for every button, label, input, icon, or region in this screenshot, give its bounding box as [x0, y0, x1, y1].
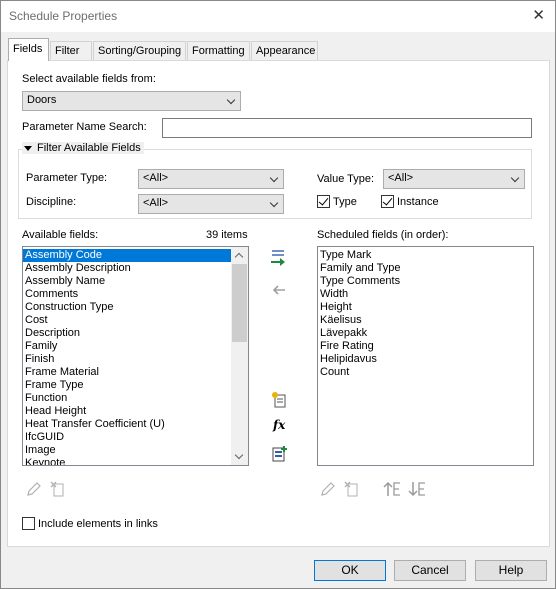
instance-checkbox-label: Instance: [397, 196, 439, 208]
move-down-icon: [408, 482, 425, 497]
discipline-label: Discipline:: [26, 196, 77, 208]
list-item[interactable]: Family: [23, 340, 248, 353]
tab-label: Sorting/Grouping: [98, 45, 182, 57]
schedule-properties-dialog: Schedule Properties ✕ Fields Filter Sort…: [0, 0, 556, 589]
list-item[interactable]: Head Height: [23, 405, 248, 418]
tab-fields[interactable]: Fields: [8, 38, 49, 61]
tab-label: Formatting: [192, 45, 245, 57]
discipline-dropdown[interactable]: <All>: [138, 194, 284, 214]
delete-parameter-icon: [50, 481, 64, 497]
combine-parameters-icon[interactable]: [271, 445, 289, 463]
list-item[interactable]: IfcGUID: [23, 431, 248, 444]
ok-button[interactable]: OK: [314, 560, 386, 581]
list-item[interactable]: Cost: [23, 314, 248, 327]
list-item[interactable]: Helipidavus: [318, 353, 533, 366]
tab-label: Appearance: [256, 45, 316, 57]
param-search-input[interactable]: [162, 118, 532, 138]
scroll-thumb: [232, 264, 247, 342]
edit-scheduled-parameter-icon: [321, 482, 335, 496]
list-item[interactable]: Height: [318, 301, 533, 314]
filter-toggle[interactable]: Filter Available Fields: [22, 142, 144, 154]
edit-parameter-icon: [27, 482, 41, 496]
remove-field-arrow-icon[interactable]: [269, 281, 287, 299]
dropdown-value: Doors: [27, 94, 57, 106]
available-fields-label: Available fields:: [22, 229, 99, 241]
available-count: 39 items: [206, 229, 248, 241]
scheduled-fields-label: Scheduled fields (in order):: [317, 229, 449, 241]
help-button[interactable]: Help: [475, 560, 547, 581]
list-item[interactable]: Width: [318, 288, 533, 301]
value-type-label: Value Type:: [317, 173, 375, 185]
chevron-down-icon: [510, 173, 520, 183]
list-item[interactable]: Keynote: [23, 457, 248, 465]
select-from-label: Select available fields from:: [22, 73, 156, 85]
window-title: Schedule Properties: [9, 9, 118, 23]
list-item[interactable]: Type Comments: [318, 275, 533, 288]
list-item[interactable]: Fire Rating: [318, 340, 533, 353]
parameter-type-label: Parameter Type:: [26, 172, 108, 184]
list-item[interactable]: Comments: [23, 288, 248, 301]
scroll-up-icon: [231, 247, 248, 264]
move-up-icon: [383, 481, 400, 496]
type-checkbox-label: Type: [333, 196, 357, 208]
list-item[interactable]: Construction Type: [23, 301, 248, 314]
delete-scheduled-parameter-icon: [344, 481, 358, 497]
select-from-dropdown[interactable]: Doors: [22, 91, 241, 111]
collapse-triangle-icon: [24, 145, 32, 151]
list-item[interactable]: Image: [23, 444, 248, 457]
tab-label: Filter: [55, 45, 80, 57]
list-item[interactable]: Assembly Description: [23, 262, 248, 275]
tab-label: Fields: [13, 43, 43, 55]
list-item[interactable]: Lävepakk: [318, 327, 533, 340]
title-bar: Schedule Properties ✕: [1, 1, 555, 32]
value-type-dropdown[interactable]: <All>: [383, 169, 525, 189]
chevron-down-icon: [226, 95, 236, 105]
instance-checkbox[interactable]: [381, 195, 394, 208]
list-item[interactable]: Assembly Code: [23, 249, 248, 262]
chevron-down-icon: [269, 198, 279, 208]
type-checkbox[interactable]: [317, 195, 330, 208]
include-links-checkbox[interactable]: [22, 517, 35, 530]
tab-appearance[interactable]: Appearance: [251, 41, 318, 60]
param-search-label: Parameter Name Search:: [22, 121, 147, 133]
list-item[interactable]: Family and Type: [318, 262, 533, 275]
scroll-down-icon: [231, 448, 248, 465]
list-item[interactable]: Description: [23, 327, 248, 340]
fx-icon[interactable]: fx: [273, 418, 285, 432]
list-item[interactable]: Assembly Name: [23, 275, 248, 288]
add-field-arrow-icon[interactable]: [269, 249, 287, 267]
list-item[interactable]: Frame Material: [23, 366, 248, 379]
available-scrollbar[interactable]: [231, 247, 248, 465]
list-item[interactable]: Function: [23, 392, 248, 405]
tab-sorting-grouping[interactable]: Sorting/Grouping: [93, 41, 186, 60]
list-item[interactable]: Heat Transfer Coefficient (U): [23, 418, 248, 431]
chevron-down-icon: [269, 173, 279, 183]
cancel-button[interactable]: Cancel: [394, 560, 466, 581]
parameter-type-dropdown[interactable]: <All>: [138, 169, 284, 189]
scheduled-fields-list[interactable]: Type Mark Family and Type Type Comments Wid…: [317, 246, 534, 466]
include-links-label: Include elements in links: [38, 518, 158, 530]
list-item[interactable]: Finish: [23, 353, 248, 366]
tab-filter[interactable]: Filter: [50, 41, 92, 60]
close-icon[interactable]: ✕: [532, 6, 545, 24]
list-item[interactable]: Käelisus: [318, 314, 533, 327]
list-item[interactable]: Type Mark: [318, 249, 533, 262]
list-item[interactable]: Count: [318, 366, 533, 379]
available-fields-list[interactable]: Assembly Code Assembly Description Assembl…: [22, 246, 249, 466]
list-item[interactable]: Frame Type: [23, 379, 248, 392]
new-parameter-icon[interactable]: [271, 391, 289, 409]
tab-formatting[interactable]: Formatting: [187, 41, 250, 60]
